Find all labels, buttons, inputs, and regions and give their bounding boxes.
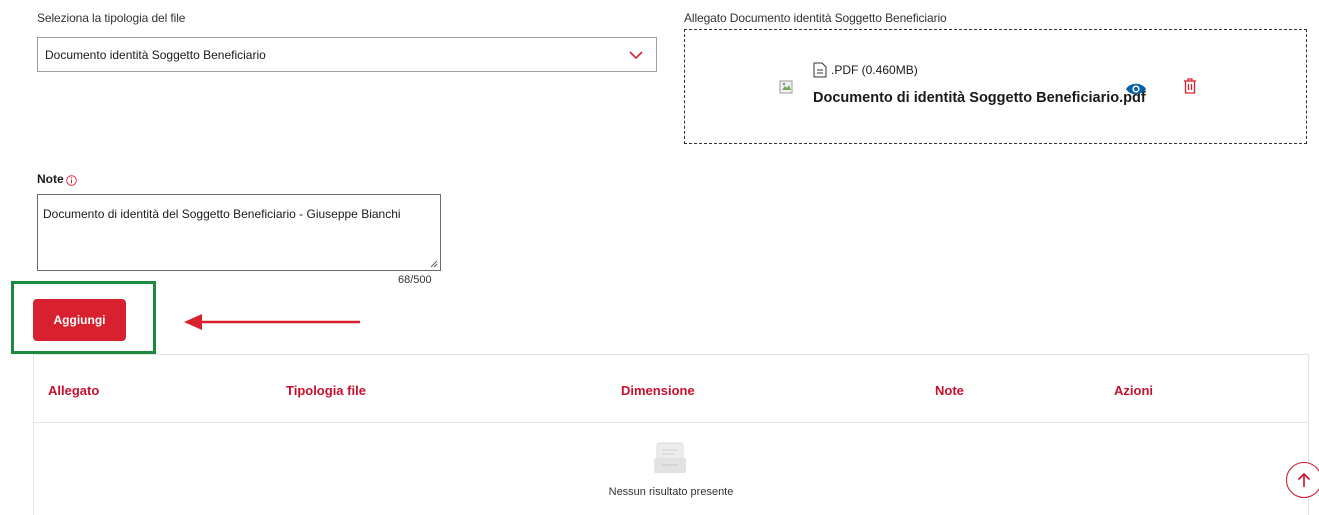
trash-icon[interactable] [1183,78,1197,94]
char-count: 68/500 [398,274,432,286]
column-header-dimensione[interactable]: Dimensione [621,383,695,398]
file-type-label: Seleziona la tipologia del file [37,11,186,25]
empty-state-message: Nessun risultato presente [608,486,734,498]
table-divider [34,422,1308,423]
back-to-top-button[interactable] [1286,462,1319,498]
info-icon[interactable] [66,175,77,186]
column-header-note[interactable]: Note [935,383,964,398]
column-header-azioni: Azioni [1114,383,1153,398]
add-button[interactable]: Aggiungi [33,299,126,341]
column-header-allegato[interactable]: Allegato [48,383,99,398]
broken-image-icon [779,80,793,94]
file-name: Documento di identità Soggetto Beneficia… [813,90,1146,106]
note-label: Note [37,172,64,186]
note-textarea[interactable]: Documento di identità del Soggetto Benef… [37,194,441,271]
file-type-select-value: Documento identità Soggetto Beneficiario [45,48,266,62]
eye-icon[interactable] [1125,82,1147,96]
attachment-dropzone[interactable]: .PDF (0.460MB) Documento di identità Sog… [684,29,1307,144]
empty-inbox-icon [654,442,686,473]
chevron-down-icon [629,51,643,60]
resize-grip-icon[interactable] [430,260,438,268]
file-icon [813,62,827,78]
attachments-table: Allegato Tipologia file Dimensione Note … [33,354,1309,515]
file-type-select[interactable]: Documento identità Soggetto Beneficiario [37,37,657,72]
attachment-label: Allegato Documento identità Soggetto Ben… [684,11,947,25]
note-text: Documento di identità del Soggetto Benef… [43,207,401,221]
file-meta: .PDF (0.460MB) [831,63,918,77]
arrow-up-icon [1297,472,1311,487]
arrow-left-icon [184,314,360,330]
column-header-tipologia[interactable]: Tipologia file [286,383,366,398]
